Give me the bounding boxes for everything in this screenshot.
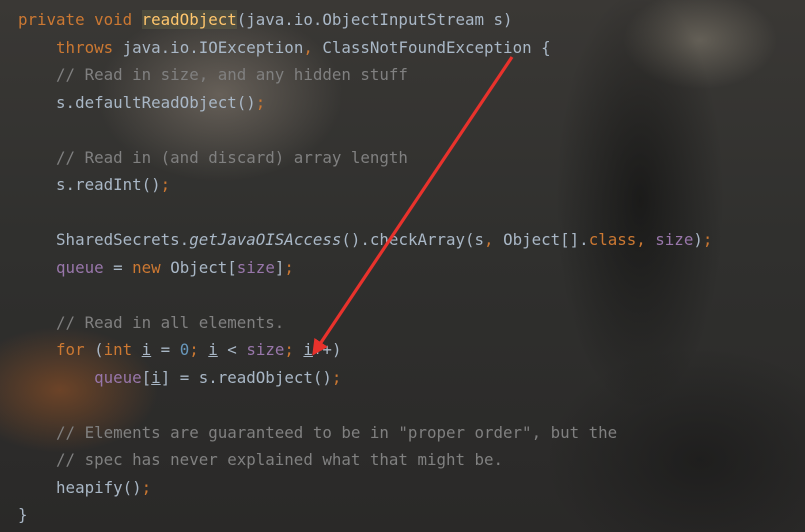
code-editor[interactable]: private void readObject(java.io.ObjectIn… <box>0 0 805 532</box>
red-arrow-icon <box>312 56 514 356</box>
